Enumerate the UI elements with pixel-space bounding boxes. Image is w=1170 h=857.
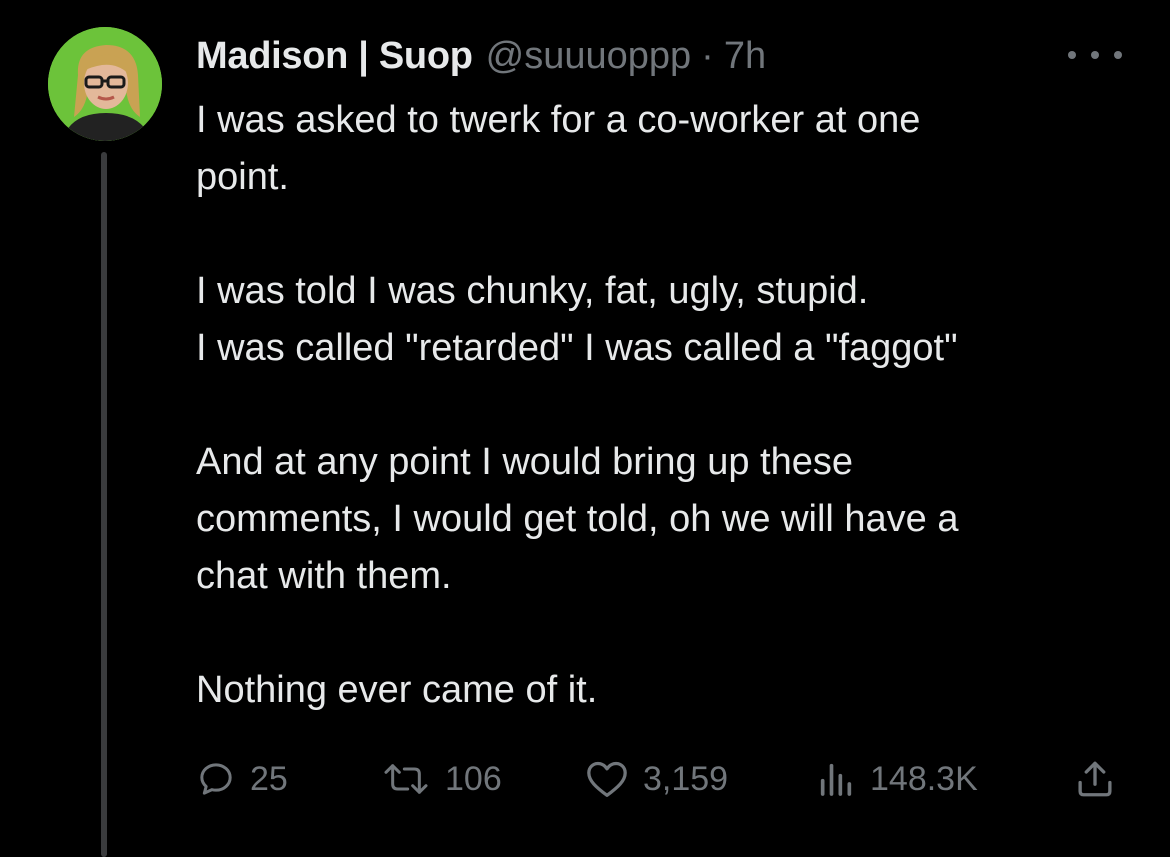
avatar-image bbox=[48, 27, 162, 141]
retweet-icon bbox=[384, 764, 428, 794]
views-button[interactable]: 148.3K bbox=[816, 752, 978, 806]
like-count: 3,159 bbox=[643, 759, 729, 798]
view-count: 148.3K bbox=[870, 759, 978, 798]
reply-count: 25 bbox=[250, 759, 288, 798]
tweet-line: point. bbox=[196, 156, 289, 198]
tweet-line: And at any point I would bring up these bbox=[196, 441, 854, 483]
separator-dot: · bbox=[701, 34, 714, 77]
more-horizontal-icon[interactable] bbox=[1068, 40, 1122, 70]
author-name[interactable]: Madison | Suop bbox=[196, 35, 473, 78]
share-upload-icon bbox=[1078, 761, 1112, 797]
tweet-line: I was called "retarded" I was called a "… bbox=[196, 327, 958, 369]
tweet-line: comments, I would get told, oh we will h… bbox=[196, 498, 959, 540]
action-bar: 25 106 3,159 148.3K bbox=[196, 752, 1126, 806]
tweet-header: Madison | Suop @suuuoppp · 7h bbox=[196, 30, 766, 82]
heart-icon bbox=[587, 761, 627, 797]
author-handle[interactable]: @suuuoppp bbox=[486, 35, 692, 78]
tweet-line: Nothing ever came of it. bbox=[196, 669, 598, 711]
retweet-count: 106 bbox=[445, 759, 502, 798]
share-button[interactable] bbox=[1074, 752, 1116, 806]
avatar[interactable] bbox=[48, 27, 162, 141]
timestamp[interactable]: 7h bbox=[724, 35, 766, 78]
tweet-line: I was asked to twerk for a co-worker at … bbox=[196, 99, 921, 141]
tweet: Madison | Suop @suuuoppp · 7h I was aske… bbox=[0, 0, 1170, 857]
like-button[interactable]: 3,159 bbox=[585, 752, 728, 806]
tweet-line: I was told I was chunky, fat, ugly, stup… bbox=[196, 270, 869, 312]
retweet-button[interactable]: 106 bbox=[381, 752, 502, 806]
more-dot bbox=[1114, 51, 1122, 59]
more-dot bbox=[1091, 51, 1099, 59]
tweet-body: I was asked to twerk for a co-worker at … bbox=[196, 92, 1096, 719]
more-dot bbox=[1068, 51, 1076, 59]
views-bar-chart-icon bbox=[820, 763, 852, 796]
reply-bubble-icon bbox=[200, 763, 232, 795]
thread-line bbox=[101, 152, 107, 857]
tweet-line: chat with them. bbox=[196, 555, 452, 597]
reply-button[interactable]: 25 bbox=[196, 752, 288, 806]
